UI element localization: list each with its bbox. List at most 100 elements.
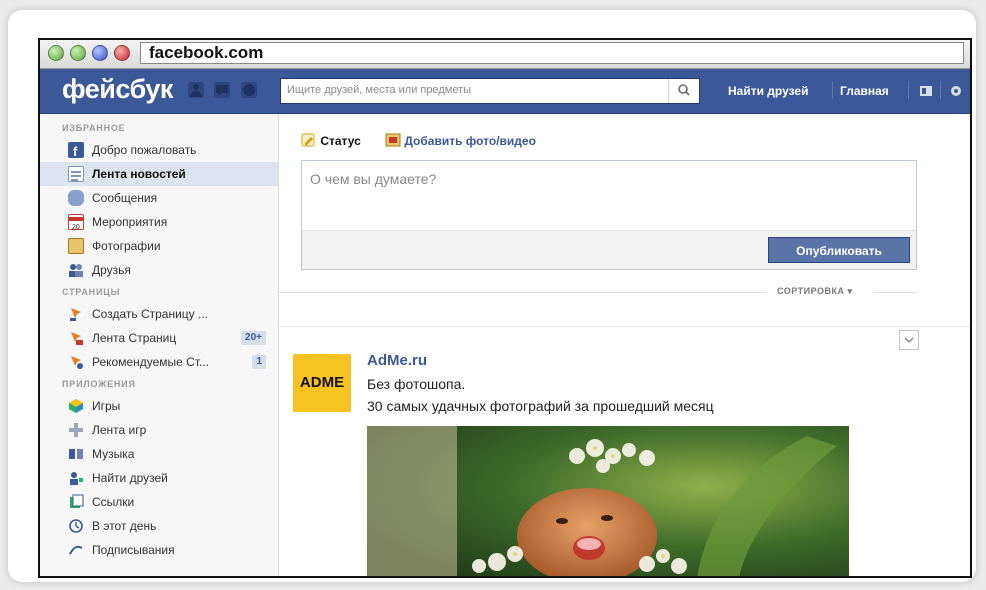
sidebar-item-welcome[interactable]: f Добро пожаловать (40, 138, 278, 162)
post-text-line-2: 30 самых удачных фотографий за прошедший… (367, 398, 714, 414)
tab-status[interactable]: Статус (301, 132, 361, 148)
facebook-icon: f (68, 142, 84, 159)
composer-footer: Опубликовать (302, 230, 916, 269)
sidebar-item-label: Лента новостей (92, 167, 186, 181)
window-button-red[interactable] (114, 45, 130, 61)
music-icon (68, 446, 84, 462)
facebook-header: фейсбук Ищите друзей, места или предметы… (40, 69, 970, 114)
search-input[interactable]: Ищите друзей, места или предметы (287, 84, 471, 96)
window-button-green-2[interactable] (70, 45, 86, 61)
status-input[interactable]: О чем вы думаете? (310, 171, 436, 187)
sidebar-item-label: Сообщения (92, 191, 158, 205)
url-bar[interactable]: facebook.com (140, 42, 964, 64)
sidebar-item-links[interactable]: Ссылки (40, 490, 278, 514)
nav-divider (908, 82, 909, 99)
sidebar-item-label: Лента Страниц (92, 331, 177, 345)
favorites-header: ИЗБРАННОЕ (62, 123, 126, 133)
sort-divider-right (873, 292, 917, 293)
suggested-pages-count-badge: 1 (252, 355, 266, 369)
browser-window: facebook.com фейсбук Ищите друзей, места… (38, 38, 972, 578)
sidebar-item-suggested-pages[interactable]: Рекомендуемые Ст... 1 (40, 350, 278, 374)
pages-feed-icon (68, 330, 84, 346)
svg-text:f: f (73, 144, 78, 158)
publish-button[interactable]: Опубликовать (768, 237, 910, 263)
messages-icon (68, 190, 84, 206)
tab-add-photo-video[interactable]: Добавить фото/видео (385, 132, 536, 148)
sidebar-item-label: Добро пожаловать (92, 143, 197, 157)
privacy-shortcuts-icon[interactable] (918, 83, 934, 104)
suggested-pages-icon (68, 354, 84, 370)
sidebar-item-events[interactable]: 20 Мероприятия (40, 210, 278, 234)
sidebar-item-find-friends[interactable]: Найти друзей (40, 466, 278, 490)
sort-row: СОРТИРОВКА ▾ (279, 284, 970, 300)
messages-jewel-icon[interactable] (214, 82, 231, 98)
window-button-blue[interactable] (92, 45, 108, 61)
sidebar-item-label: Создать Страницу ... (92, 307, 208, 321)
sidebar-item-label: Найти друзей (92, 471, 168, 485)
post-text-line-1: Без фотошопа. (367, 376, 466, 392)
sidebar-item-games[interactable]: Игры (40, 394, 278, 418)
post-author-name[interactable]: AdMe.ru (367, 352, 427, 369)
tab-add-photo-video-label: Добавить фото/видео (404, 134, 536, 148)
sidebar-item-label: Рекомендуемые Ст... (92, 355, 210, 369)
find-friends-link[interactable]: Найти друзей (728, 84, 808, 98)
svg-text:20: 20 (72, 224, 80, 231)
friend-requests-icon[interactable] (188, 82, 204, 98)
friends-icon (68, 262, 84, 278)
chevron-down-icon (904, 337, 914, 344)
pages-header: СТРАНИЦЫ (62, 287, 121, 297)
sidebar-item-label: Музыка (92, 447, 135, 461)
sidebar-item-label: Друзья (92, 263, 131, 277)
sidebar-item-pages-feed[interactable]: Лента Страниц 20+ (40, 326, 278, 350)
pokes-icon (68, 542, 84, 558)
photos-icon (68, 238, 84, 254)
post-options-button[interactable] (899, 330, 919, 350)
sidebar-item-messages[interactable]: Сообщения (40, 186, 278, 210)
status-pencil-icon (301, 133, 315, 147)
post-photo[interactable] (367, 426, 849, 576)
nav-divider (832, 82, 833, 99)
sort-dropdown[interactable]: СОРТИРОВКА ▾ (777, 286, 853, 297)
tab-status-label: Статус (320, 134, 361, 148)
create-page-icon (68, 306, 84, 322)
photo-icon (385, 133, 401, 147)
left-sidebar: ИЗБРАННОЕ f Добро пожаловать Лента новос… (40, 114, 279, 576)
post-author-avatar[interactable]: ADME (293, 354, 351, 412)
sidebar-item-music[interactable]: Музыка (40, 442, 278, 466)
search-button[interactable] (668, 79, 699, 103)
facebook-logo[interactable]: фейсбук (62, 74, 173, 105)
sidebar-item-news-feed[interactable]: Лента новостей (40, 162, 278, 186)
search-bar[interactable]: Ищите друзей, места или предметы (280, 78, 700, 104)
window-button-green[interactable] (48, 45, 64, 61)
sidebar-item-on-this-day[interactable]: В этот день (40, 514, 278, 538)
apps-header: ПРИЛОЖЕНИЯ (62, 379, 136, 389)
feed-divider (279, 326, 970, 327)
sidebar-item-pokes[interactable]: Подписывания (40, 538, 278, 562)
nav-divider (940, 82, 941, 99)
sort-divider-left (279, 292, 767, 293)
sidebar-item-label: Подписывания (92, 543, 175, 557)
on-this-day-icon (68, 518, 84, 534)
sidebar-item-friends[interactable]: Друзья (40, 258, 278, 282)
sidebar-item-label: Мероприятия (92, 215, 168, 229)
sidebar-item-create-page[interactable]: Создать Страницу ... (40, 302, 278, 326)
settings-gear-icon[interactable] (948, 83, 964, 104)
sidebar-item-label: Ссылки (92, 495, 135, 509)
status-composer: О чем вы думаете? Опубликовать (301, 160, 917, 270)
sidebar-item-photos[interactable]: Фотографии (40, 234, 278, 258)
links-icon (68, 494, 84, 510)
sidebar-item-label: В этот день (92, 519, 157, 533)
sidebar-item-label: Лента игр (92, 423, 147, 437)
sidebar-item-label: Фотографии (92, 239, 161, 253)
main-content: Статус Добавить фото/видео О чем вы дума… (279, 114, 970, 576)
search-icon (678, 84, 690, 96)
sidebar-item-label: Игры (92, 399, 121, 413)
pages-feed-count-badge: 20+ (241, 331, 266, 345)
events-icon: 20 (68, 214, 84, 231)
notifications-globe-icon[interactable] (240, 82, 257, 98)
games-feed-icon (68, 422, 84, 438)
games-icon (68, 398, 84, 414)
home-link[interactable]: Главная (840, 84, 889, 98)
sidebar-item-games-feed[interactable]: Лента игр (40, 418, 278, 442)
browser-titlebar: facebook.com (40, 40, 970, 69)
